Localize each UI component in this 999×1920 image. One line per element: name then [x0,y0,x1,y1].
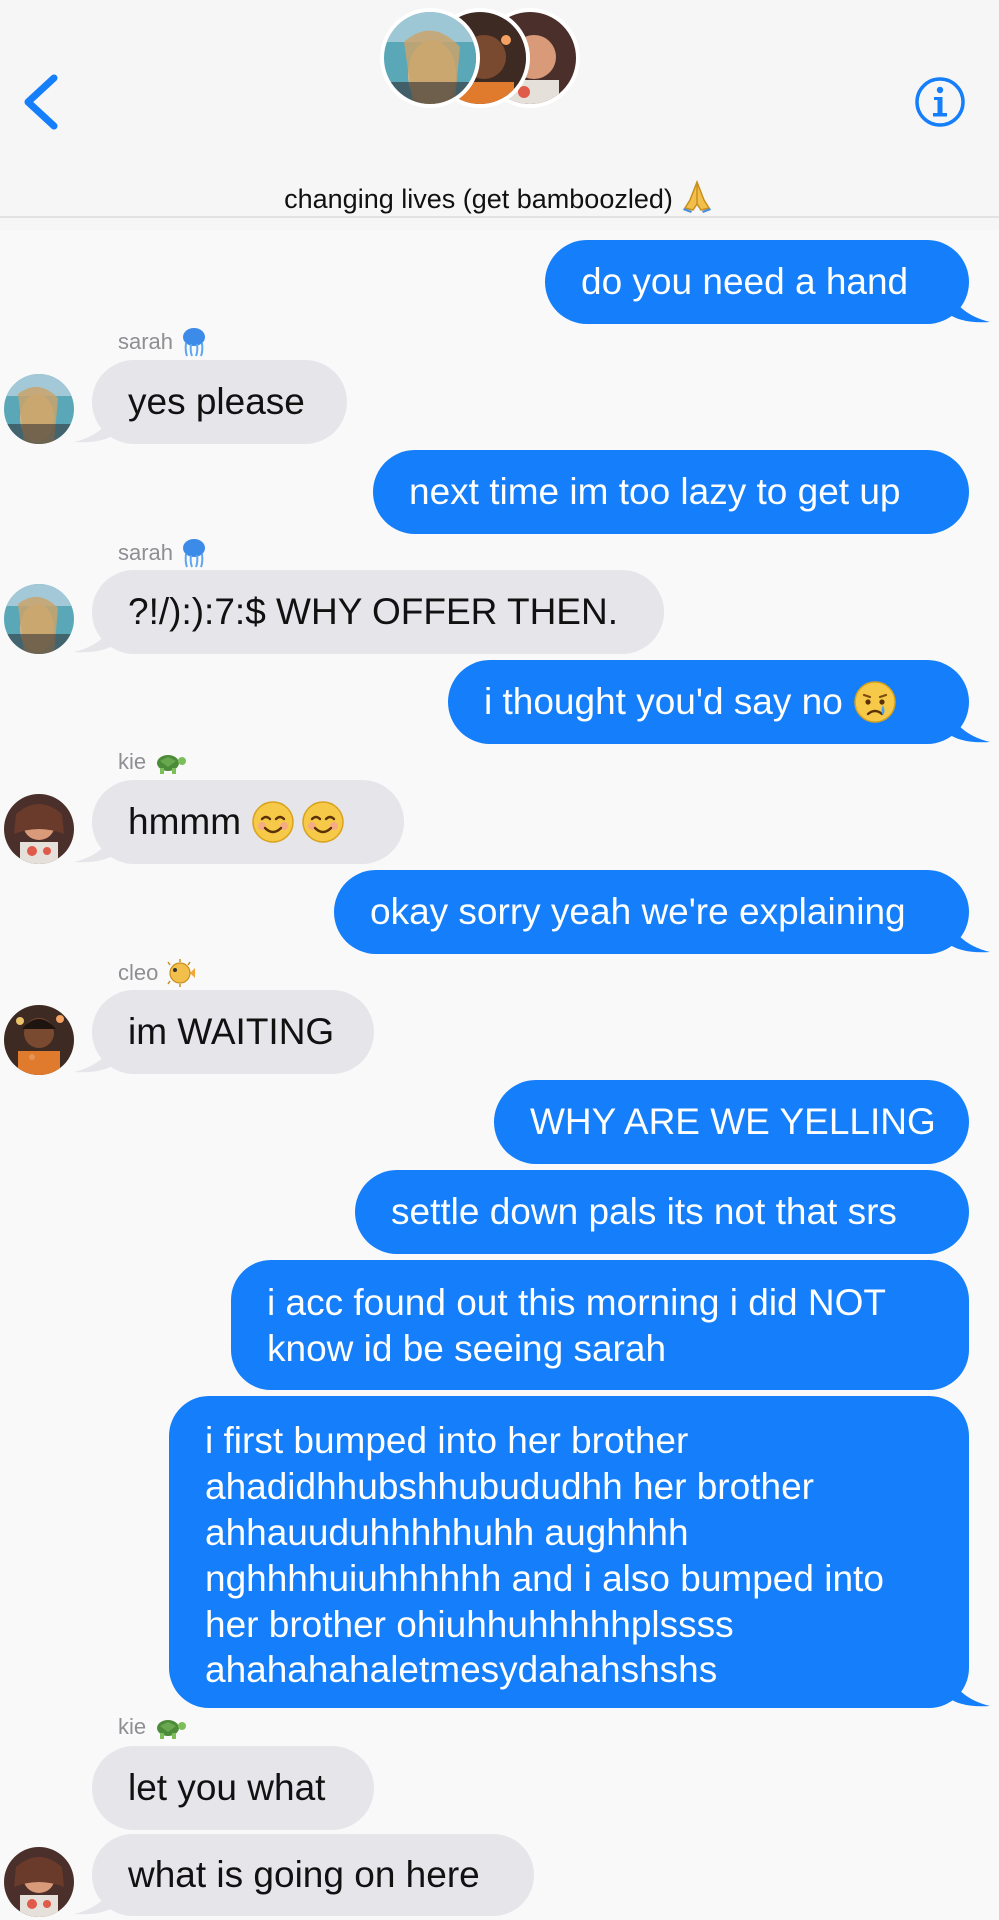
message-text: yes please [128,381,305,423]
message-text: i thought you'd say no [484,681,843,723]
blowfish-emoji-icon [167,959,196,987]
message-text: settle down pals its not that srs [391,1191,897,1233]
sender-label: kie [118,749,187,775]
message-text: ?!/):):7:$ WHY OFFER THEN. [128,591,618,633]
outgoing-bubble-tail [946,1668,990,1707]
jellyfish-emoji-icon [183,539,206,568]
crying-face-emoji-icon [854,681,896,723]
outgoing-bubble-tail [946,704,990,743]
message-text: im WAITING [128,1011,335,1053]
message-line: know id be seeing sarah [267,1327,667,1369]
message-text: i acc found out this morning i did NOT k… [267,1280,886,1372]
turtle-emoji-icon [157,755,187,774]
incoming-message-bubble[interactable]: let you what [92,1746,374,1830]
sender-label: cleo [118,959,196,987]
message-line: ahahahahaletmesydahahshshs [205,1649,718,1691]
conversation-title-text: changing lives (get bamboozled) [284,184,673,214]
sender-name: sarah [118,329,174,354]
outgoing-message-bubble[interactable]: WHY ARE WE YELLING [494,1080,969,1164]
outgoing-message-bubble[interactable]: okay sorry yeah we're explaining [334,870,969,954]
message-text: i first bumped into her brother ahadidhh… [205,1418,884,1693]
message-text: WHY ARE WE YELLING [530,1101,936,1143]
message-line: i first bumped into her brother [205,1420,689,1461]
message-text: what is going on here [128,1854,480,1896]
info-icon[interactable] [914,76,966,128]
back-chevron-icon[interactable] [18,72,68,132]
conversation-title[interactable]: changing lives (get bamboozled) [0,178,999,221]
incoming-message-bubble[interactable]: ?!/):):7:$ WHY OFFER THEN. [92,570,664,654]
kie-avatar[interactable] [4,794,74,864]
sender-label: kie [118,1714,187,1740]
message-line: ahadidhhubshhubududhh her brother [205,1465,814,1507]
incoming-message-bubble[interactable]: im WAITING [92,990,374,1074]
jellyfish-emoji-icon [183,328,206,357]
sender-name: kie [118,1714,147,1739]
outgoing-message-bubble[interactable]: do you need a hand [545,240,969,324]
turtle-emoji-icon [157,1720,187,1739]
sender-name: sarah [118,540,174,565]
message-text: hmmm [128,801,242,843]
sarah-avatar[interactable] [4,584,74,654]
message-line: nghhhhuiuhhhhhh and i also bumped into [205,1557,884,1599]
message-text: let you what [128,1767,326,1809]
outgoing-message-bubble[interactable]: settle down pals its not that srs [355,1170,969,1254]
folded-hands-emoji-icon [679,178,715,221]
sender-name: cleo [118,960,159,985]
outgoing-bubble-tail [946,914,990,953]
message-text: do you need a hand [581,261,909,303]
message-text: next time im too lazy to get up [409,471,901,513]
incoming-message-bubble[interactable]: yes please [92,360,347,444]
smiling-face-emoji-icon [252,801,294,843]
sarah-avatar[interactable] [4,374,74,444]
outgoing-message-bubble[interactable]: i thought you'd say no [448,660,969,744]
incoming-message-bubble[interactable]: what is going on here [92,1834,534,1916]
message-line: ahhauuduhhhhhuhh aughhhh [205,1511,689,1553]
smiling-face-emoji-icon [302,801,344,843]
sender-name: kie [118,749,147,774]
group-avatar-sarah [380,8,480,108]
outgoing-message-bubble[interactable]: next time im too lazy to get up [373,450,969,534]
message-line: her brother ohiuhhuhhhhhplssss [205,1603,734,1645]
message-line: i acc found out this morning i did NOT [267,1282,887,1323]
sender-label: sarah [118,538,207,568]
header-divider [0,216,999,218]
incoming-message-bubble[interactable]: hmmm [92,780,404,864]
outgoing-bubble-tail [946,284,990,323]
outgoing-message-bubble[interactable]: i first bumped into her brother ahadidhh… [169,1396,969,1708]
sender-label: sarah [118,327,207,357]
cleo-avatar[interactable] [4,1005,74,1075]
conversation-header: changing lives (get bamboozled) [0,0,999,230]
message-text: okay sorry yeah we're explaining [370,891,906,933]
group-avatars[interactable] [380,4,580,110]
kie-avatar[interactable] [4,1847,74,1917]
outgoing-message-bubble[interactable]: i acc found out this morning i did NOT k… [231,1260,969,1390]
